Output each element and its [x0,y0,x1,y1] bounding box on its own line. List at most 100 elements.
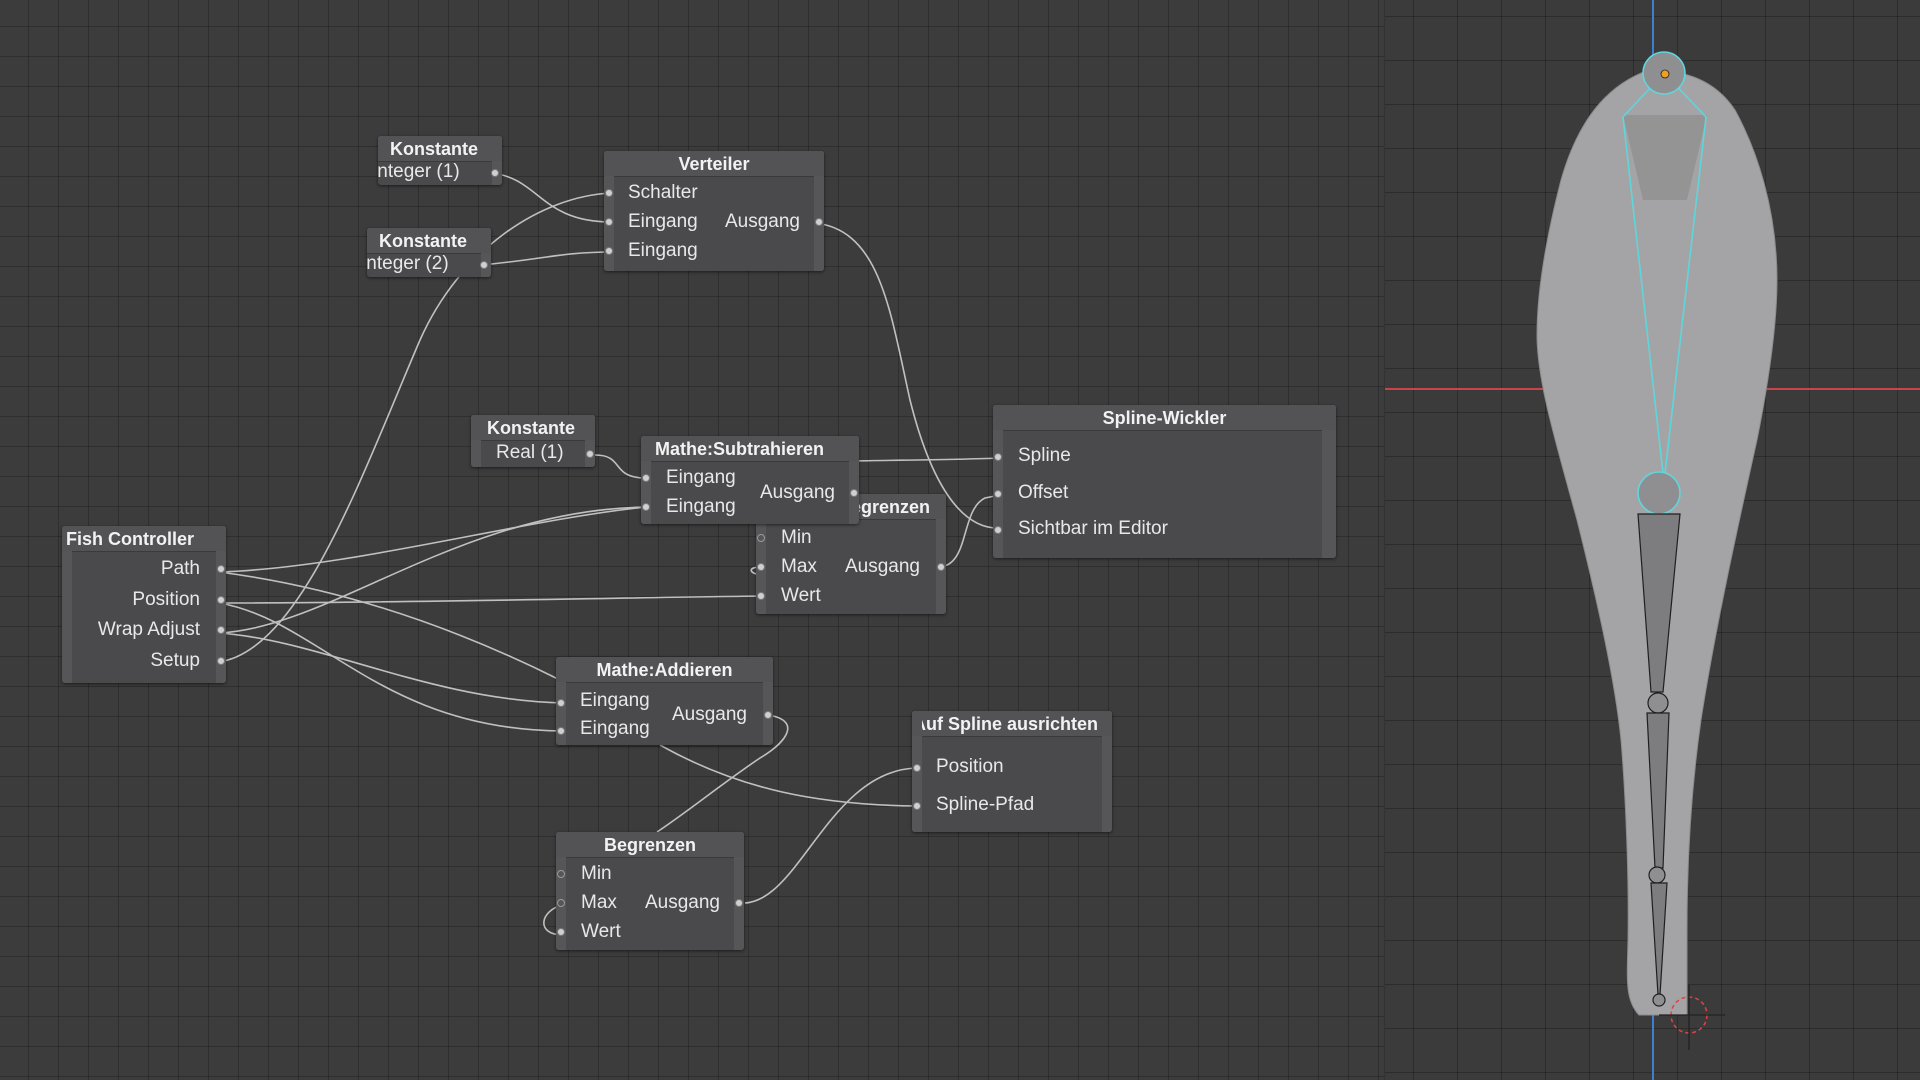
node-mathe-subtrahieren[interactable]: Mathe:Subtrahieren Eingang Eingang Ausga… [641,436,859,524]
port-dot-icon[interactable] [735,899,743,907]
port-dot-icon[interactable] [557,928,565,936]
input-label: Eingang [580,718,650,739]
wire-real-subtract [594,454,647,479]
port-dot-icon[interactable] [913,802,921,810]
input-label: Eingang [666,467,736,488]
node-verteiler[interactable]: Verteiler Schalter Eingang Eingang Ausga… [604,151,824,271]
input-label: Wert [781,585,821,606]
port-dot-icon[interactable] [586,450,594,458]
input-label: Eingang [580,690,650,711]
port-dot-icon[interactable] [815,218,823,226]
port-dot-icon[interactable] [605,189,613,197]
output-label: Ausgang [724,211,800,232]
port-integer-2-label: Integer (2) [367,253,449,274]
port-dot-icon[interactable] [217,657,225,665]
joint-icon [1647,692,1669,714]
node-begrenzen[interactable]: Begrenzen Min Max Wert Ausgang [556,832,744,950]
wire-add-splinepfad [659,744,918,807]
node-title: Konstante [487,418,576,438]
output-label: Position [132,589,200,610]
3d-viewport[interactable] [1384,0,1920,1080]
xpresso-node-editor[interactable]: Konstante Integer (1) Konstante Integer … [0,0,1384,1080]
node-title: Verteiler [678,154,750,174]
input-label: Eingang [666,496,736,517]
port-dot-icon[interactable] [605,218,613,226]
input-label: Position [936,756,1004,777]
null-target-icon [1660,69,1670,79]
input-label: Min [581,863,612,884]
port-dot-icon[interactable] [757,534,765,542]
input-label: Sichtbar im Editor [1018,518,1168,539]
port-dot-icon[interactable] [557,870,565,878]
node-konstante-real-1[interactable]: Konstante Real (1) [471,415,595,467]
joint-icon [1637,471,1681,515]
input-label: Schalter [628,182,698,203]
port-dot-icon[interactable] [480,261,488,269]
port-dot-icon[interactable] [605,247,613,255]
input-label: Spline [1018,445,1071,466]
node-title: Konstante [379,231,468,251]
wire-wrap-subtract [218,506,647,634]
node-title: Konstante [390,139,479,159]
port-dot-icon[interactable] [557,899,565,907]
wire-int1-schalter [490,172,613,223]
port-dot-icon[interactable] [994,453,1002,461]
port-dot-icon[interactable] [764,711,772,719]
port-dot-icon[interactable] [217,565,225,573]
node-auf-spline-ausrichten[interactable]: Auf Spline ausrichten Position Spline-Pf… [912,711,1112,832]
port-dot-icon[interactable] [642,503,650,511]
output-label: Wrap Adjust [97,619,200,640]
output-label: Ausgang [844,556,920,577]
wire-path-add [218,571,561,681]
output-label: Ausgang [759,482,835,503]
port-dot-icon[interactable] [757,592,765,600]
wire-int2-eingang [479,251,613,266]
joint-icon [1648,866,1666,884]
node-title: Fish Controller [66,529,195,549]
wire-clamp-sichtbar [937,494,1001,568]
joint-icon [1652,993,1666,1007]
port-dot-icon[interactable] [217,596,225,604]
viewport-scene [1385,0,1920,1080]
input-label: Wert [581,921,621,942]
wire-subtract-spline [850,457,1001,462]
node-title: Auf Spline ausrichten [922,714,1098,734]
input-label: Max [781,556,817,577]
port-dot-icon[interactable] [994,526,1002,534]
output-label: Setup [150,650,200,671]
wire-position-wert [218,595,762,604]
node-mathe-addieren[interactable]: Mathe:Addieren Eingang Eingang Ausgang [556,657,773,745]
port-dot-icon[interactable] [994,490,1002,498]
node-fish-controller[interactable]: Fish Controller Path Position Wrap Adjus… [62,526,226,683]
node-konstante-integer-2[interactable]: Konstante Integer (2) [367,228,491,277]
wire-path-subtract [218,506,647,573]
output-label: Ausgang [671,704,747,725]
port-real-1-label: Real (1) [496,442,564,463]
node-spline-wickler[interactable]: Spline-Wickler Spline Offset Sichtbar im… [993,405,1336,558]
output-label: Ausgang [644,892,720,913]
node-title: Spline-Wickler [1102,408,1227,428]
port-dot-icon[interactable] [757,563,765,571]
wire-clamp-position [744,767,918,904]
port-dot-icon[interactable] [937,563,945,571]
port-dot-icon[interactable] [217,626,225,634]
port-dot-icon[interactable] [850,489,858,497]
input-label: Spline-Pfad [936,794,1035,815]
input-label: Eingang [628,240,698,261]
wire-position-add2 [218,602,564,732]
port-dot-icon[interactable] [491,169,499,177]
node-konstante-integer-1[interactable]: Konstante Integer (1) [378,136,502,185]
port-integer-1-label: Integer (1) [378,161,460,182]
port-dot-icon[interactable] [913,764,921,772]
input-label: Offset [1018,482,1069,503]
node-title: Mathe:Addieren [596,660,733,680]
output-label: Path [160,558,200,579]
node-title: Mathe:Subtrahieren [655,439,825,459]
port-dot-icon[interactable] [557,699,565,707]
input-label: Min [781,527,812,548]
input-label: Max [581,892,617,913]
node-title: Begrenzen [603,835,697,855]
port-dot-icon[interactable] [557,727,565,735]
port-dot-icon[interactable] [642,474,650,482]
input-label: Eingang [628,211,698,232]
